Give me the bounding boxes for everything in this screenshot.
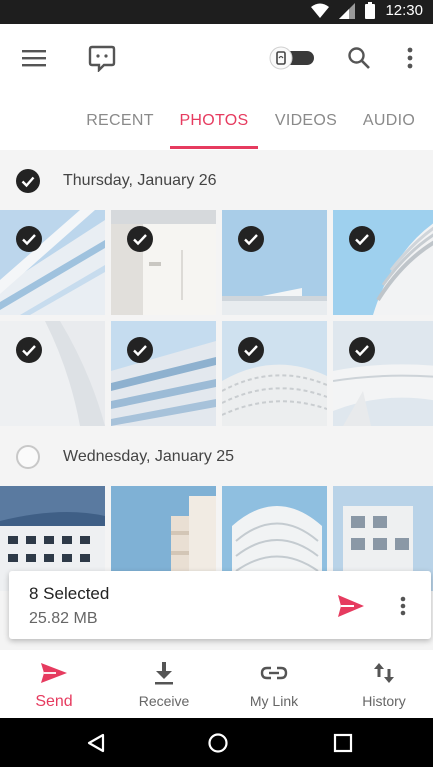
more-vert-icon: [400, 596, 406, 616]
section-header: Wednesday, January 25: [0, 428, 433, 486]
bottom-nav: Send Receive My Link History: [0, 650, 433, 718]
download-icon: [110, 660, 218, 686]
nav-receive[interactable]: Receive: [110, 650, 218, 718]
status-icons: 12:30: [311, 2, 423, 19]
photo-thumbnail[interactable]: [333, 210, 433, 315]
nav-receive-label: Receive: [138, 693, 190, 709]
link-icon: [220, 660, 328, 686]
wifi-icon: [311, 3, 330, 18]
status-bar: 12:30: [0, 0, 433, 24]
nav-my-link-label: My Link: [249, 693, 299, 709]
swap-vert-icon: [330, 660, 433, 686]
photo-select-check[interactable]: [349, 337, 375, 363]
send-icon: [338, 595, 364, 617]
tab-videos[interactable]: VIDEOS: [264, 92, 348, 150]
active-tab-indicator: [170, 146, 258, 149]
tab-audio[interactable]: AUDIO: [356, 92, 422, 150]
tab-photos[interactable]: PHOTOS: [170, 92, 258, 150]
photo-select-check[interactable]: [16, 226, 42, 252]
signal-icon: [339, 2, 356, 19]
photo-thumbnail[interactable]: [222, 321, 327, 426]
photo-thumbnail[interactable]: [111, 210, 216, 315]
selection-more-button[interactable]: [393, 591, 413, 621]
nav-send-label: Send: [35, 693, 73, 710]
tab-recent[interactable]: RECENT: [76, 92, 164, 150]
chat-icon[interactable]: [86, 24, 118, 92]
section-title: Thursday, January 26: [63, 172, 217, 189]
nav-history[interactable]: History: [330, 650, 433, 718]
status-time: 12:30: [385, 2, 423, 19]
recents-icon[interactable]: [313, 718, 373, 767]
toggle-switch[interactable]: [266, 24, 318, 92]
photo-select-check[interactable]: [127, 337, 153, 363]
photo-thumbnail[interactable]: [222, 210, 327, 315]
nav-send[interactable]: Send: [0, 650, 108, 718]
send-icon: [0, 660, 108, 686]
menu-icon[interactable]: [18, 24, 50, 92]
section-select-checkbox[interactable]: [16, 445, 40, 469]
nav-my-link[interactable]: My Link: [220, 650, 328, 718]
selected-size: 25.82 MB: [29, 610, 98, 627]
photo-select-check[interactable]: [349, 226, 375, 252]
photo-select-check[interactable]: [127, 226, 153, 252]
photo-thumbnail[interactable]: [111, 321, 216, 426]
system-nav-bar: [0, 718, 433, 767]
section-header: Thursday, January 26: [0, 152, 433, 210]
home-icon[interactable]: [188, 718, 248, 767]
battery-icon: [365, 2, 376, 19]
selected-count: 8 Selected: [29, 584, 110, 603]
more-vert-icon[interactable]: [398, 24, 422, 92]
photo-thumbnail[interactable]: [0, 210, 105, 315]
photo-select-check[interactable]: [238, 337, 264, 363]
section-select-checkbox[interactable]: [16, 169, 40, 193]
section-title: Wednesday, January 25: [63, 448, 235, 465]
selection-bar: 8 Selected 25.82 MB: [9, 571, 431, 639]
photo-select-check[interactable]: [16, 337, 42, 363]
nav-history-label: History: [362, 693, 406, 709]
app-bar: [0, 24, 433, 92]
photo-thumbnail[interactable]: [333, 321, 433, 426]
send-button[interactable]: [336, 591, 366, 621]
tab-bar: RECENT PHOTOS VIDEOS AUDIO: [0, 92, 433, 150]
photo-select-check[interactable]: [238, 226, 264, 252]
back-icon[interactable]: [66, 718, 126, 767]
photo-thumbnail[interactable]: [0, 321, 105, 426]
search-icon[interactable]: [344, 24, 374, 92]
